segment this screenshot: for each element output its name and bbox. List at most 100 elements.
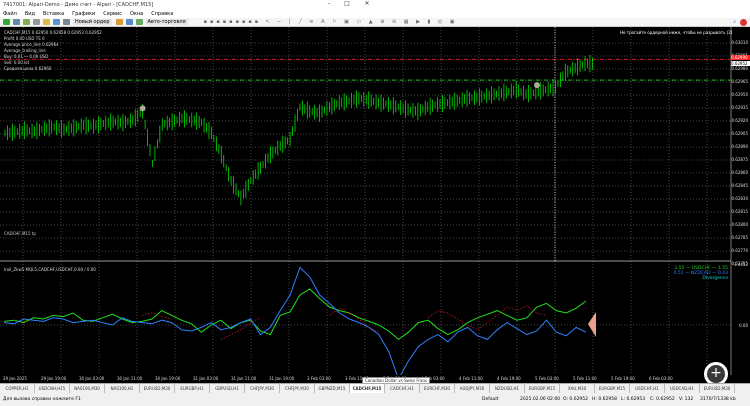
price-label: 0.62860 [731,170,748,175]
menu-help[interactable]: Справка [151,11,173,17]
tab-xau-m30[interactable]: XAU,M30 [560,384,595,393]
status-open: O: 0.62952 [563,397,589,402]
status-close: C: 0.62952 [650,397,675,402]
signals-icon[interactable] [125,19,133,25]
time-label: 30 Jan 19:00 [155,376,181,381]
data-window-icon[interactable] [33,19,40,25]
tab-cadchf-h1[interactable]: CADCHF,H1 [385,384,420,393]
notifications-icon[interactable] [740,18,747,26]
time-label: 30 Jan 03:00 [79,376,105,381]
tab-eurgbp-h1[interactable]: EURGBP,H1 [175,384,210,393]
price-label: 0.62980 [731,66,748,71]
indicator-line-red [142,305,547,340]
search-icon[interactable]: ⌕ [733,19,736,25]
time-label: 4 Feb 19:00 [497,376,521,381]
trade-marker [139,105,146,112]
time-label: 31 Jan 03:00 [193,376,219,381]
price-label: 0.62890 [731,144,748,149]
time-label: 5 Feb 19:00 [611,376,635,381]
time-label: 31 Jan 11:00 [231,376,257,381]
menu-tools[interactable]: Сервис [103,11,122,17]
price-label: 0.62800 [731,222,748,227]
toolbar: Новый ордер Авто-торговля ▪▪▪▪▪▪▪▪▪ ↖ ─ … [0,18,750,27]
price-label: 0.62950 [731,92,748,97]
price-label: 0.62830 [731,196,748,201]
profiles-icon[interactable] [13,19,20,25]
current-price-label: 0.62952 [731,61,750,66]
title-bar: 7417001: Alpari-Demo - Демо счет - Alpar… [0,0,750,9]
legend-divergence: Divergence [702,276,728,281]
tab-nas100-m30[interactable]: NAS100,M30 [70,384,105,393]
indicator-label: Iroll_Zkw5 MQL5,CADCHF,USDCHF,0.00 / 0.0… [4,267,96,272]
terminal-icon[interactable] [53,19,60,25]
chart-window[interactable]: CADCHF,M15 0.62950 0.62958 0.62953 0.629… [0,27,750,381]
tab-audjpy-m30[interactable]: AUDJPY,M30 [455,384,490,393]
indicator-line-green [3,288,587,341]
menu-charts[interactable]: Графики [72,11,95,17]
tab-gbpusd-h1[interactable]: GBPUSD,H1 [210,384,245,393]
chart-mid-label: CADCHF,M15 tp [4,231,36,236]
tab-eurusd-m30[interactable]: EURUSD,M30 [700,384,735,393]
info-line: Средняя цена 0.62960 [4,66,52,71]
status-bar: Для вызова справки нажмите F1 Default 20… [0,393,750,406]
timeframe-buttons[interactable]: ▪▪▪▪▪▪▪▪▪ ↖ ─ │ ╱ ≡ A ⚐ ▣ ▭ ▲ ⊕ ⊖ ▦ ▶ ▮ … [204,19,458,25]
vps-icon[interactable] [135,19,143,25]
time-label: 4 Feb 11:00 [459,376,483,381]
tab-chfjpy-m30[interactable]: CHFJPY,M30 [280,384,315,393]
price-label: 0.62815 [731,209,748,214]
autotrading-button[interactable]: Авто-торговля [145,19,188,25]
chart-tabs: COPPER,H1 USDCNH,H15 NAS100,M30 NAS100,H1 EU… [0,383,750,393]
status-profile: Default [482,397,499,402]
status-volume: V: 132 [679,397,694,402]
divergence-marker [588,312,596,337]
price-label: 0.63010 [731,40,748,45]
metaeditor-icon[interactable] [115,19,123,25]
tab-usdcnh-h15[interactable]: USDCNH,H15 [35,384,70,393]
chart-canvas[interactable] [0,27,750,381]
chart-info-lines: CADCHF,M15 0.62950 0.62958 0.62953 0.629… [4,30,102,72]
new-chart-icon[interactable] [3,19,10,25]
time-label: 29 Jan 19:00 [41,376,67,381]
menu-view[interactable]: Вид [25,11,35,17]
time-label: 29 Jan 2025 [3,376,27,381]
tab-eurchf-m30[interactable]: EURCHF,M30 [420,384,455,393]
menu-file[interactable]: Файл [3,11,17,17]
close-button[interactable]: ✕ [360,0,374,9]
indicator-legend: 1.55 — USDCHF — 1.55 0.51 — NZDCAD — 0.4… [674,266,728,281]
maximize-button[interactable]: □ [340,0,354,9]
tab-eurgbp-m15[interactable]: EURGBP,M15 [525,384,560,393]
tab-copper-h1[interactable]: COPPER,H1 [0,384,35,393]
tab-gbpnzd-m15[interactable]: GBPNZD,M15 [315,384,350,393]
time-label: 31 Jan 19:00 [269,376,295,381]
tab-usdcad-h1[interactable]: USDCAD,H1 [665,384,700,393]
market-watch-icon[interactable] [23,19,30,25]
indicator-axis-zero: 0.00 [739,323,748,328]
time-label: 3 Feb 03:00 [307,376,331,381]
price-label: 0.62875 [731,157,748,162]
price-label: 0.62785 [731,235,748,240]
status-traffic: 3170/7/1338 kb [700,397,736,402]
tab-nzdusd-h1[interactable]: NZDUSD,H1 [490,384,525,393]
tab-chfjpy-m30[interactable]: CHFJPY,M30 [245,384,280,393]
tester-icon[interactable] [63,19,70,25]
tab-cadchf-m15[interactable]: CADCHF,M15 [350,384,385,393]
tab-eurusd-m30[interactable]: EURUSD,M30 [140,384,175,393]
price-label: 0.62905 [731,131,748,136]
minimize-button[interactable]: – [322,0,336,9]
menu-insert[interactable]: Вставка [43,11,64,17]
menu-window[interactable]: Окна [130,11,143,17]
tab-eurgbp-m15[interactable]: EURGBP,M15 [595,384,630,393]
new-order-button[interactable]: Новый ордер [73,19,112,25]
tab-nas100-h1[interactable]: NAS100,H1 [105,384,140,393]
status-low: L: 0.62953 [621,397,646,402]
price-label: 0.62845 [731,183,748,188]
tab-usdchf-h1[interactable]: USDCHF,H1 [630,384,665,393]
indicator-axis-top: 3.4452 [734,262,748,267]
navigator-icon[interactable] [43,19,50,25]
price-label: 0.62920 [731,118,748,123]
time-label: 6 Feb 03:00 [649,376,673,381]
status-datetime: 2025.02.06 02:00 [520,397,561,402]
price-label: 0.62935 [731,105,748,110]
status-help: Для вызова справки нажмите F1 [3,397,81,402]
menu-bar: Файл Вид Вставка Графики Сервис Окна Спр… [0,9,750,18]
